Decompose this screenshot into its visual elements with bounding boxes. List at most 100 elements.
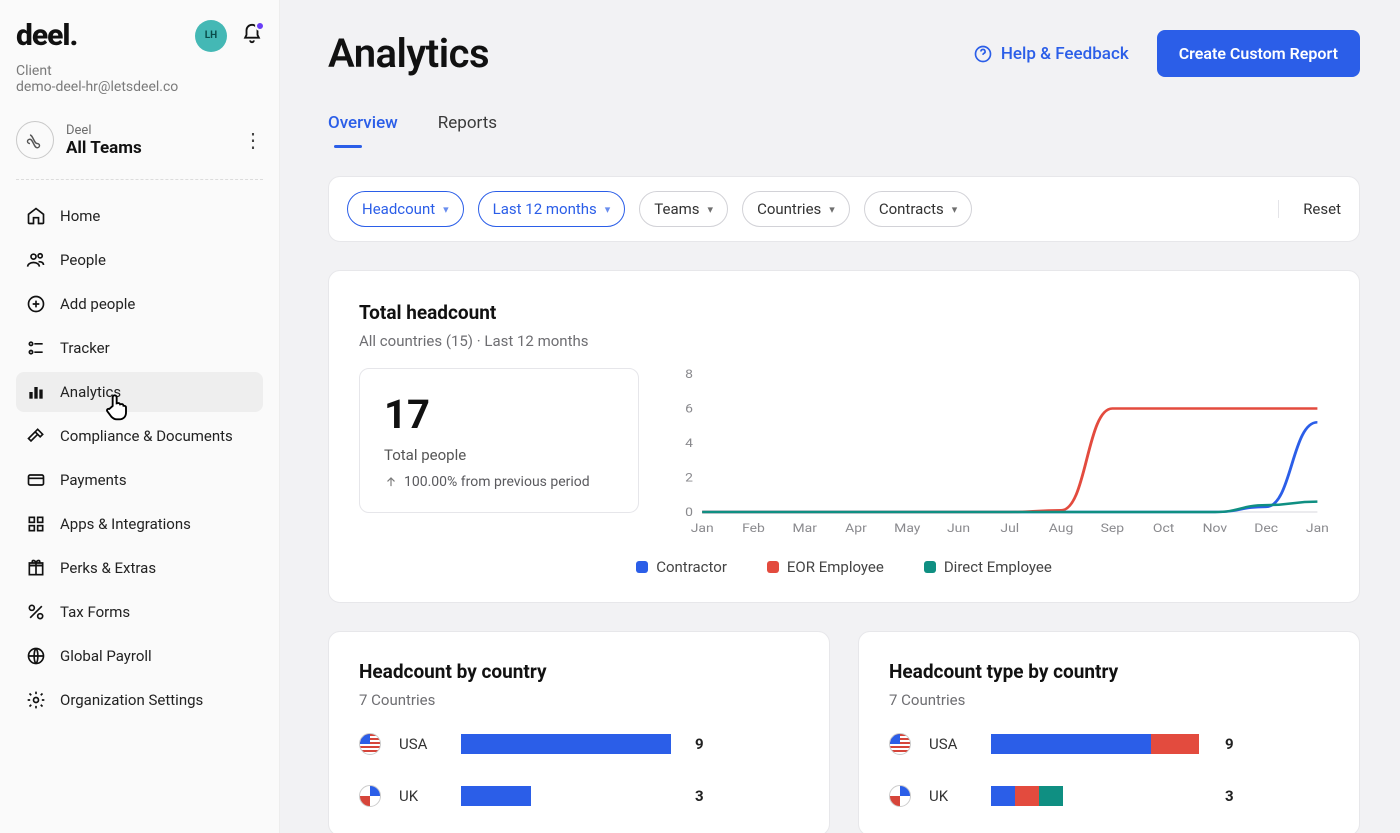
sidebar-item-org-settings[interactable]: Organization Settings [16,680,263,720]
chevron-down-icon: ▾ [605,203,611,216]
filter-headcount[interactable]: Headcount▾ [347,191,464,227]
sidebar-item-people[interactable]: People [16,240,263,280]
sidebar-item-apps[interactable]: Apps & Integrations [16,504,263,544]
client-label: Client [16,63,263,79]
legend-eor: EOR Employee [767,558,884,576]
svg-text:0: 0 [685,506,693,520]
svg-text:8: 8 [685,368,693,382]
divider [16,179,263,180]
chevron-down-icon: ▾ [952,203,958,216]
help-circle-icon [973,44,993,64]
bar-segment [461,734,671,754]
svg-text:4: 4 [685,437,694,451]
tab-reports[interactable]: Reports [438,113,497,147]
sidebar-item-perks[interactable]: Perks & Extras [16,548,263,588]
bar-track [991,734,1201,754]
sidebar-item-label: Apps & Integrations [60,515,191,533]
org-name: Deel [66,123,142,138]
flag-icon [889,785,911,807]
filter-contracts[interactable]: Contracts▾ [864,191,973,227]
bar-value: 3 [1225,787,1234,805]
stat-label: Total people [384,446,614,464]
svg-text:May: May [894,522,920,536]
sidebar-item-payroll[interactable]: Global Payroll [16,636,263,676]
tab-overview[interactable]: Overview [328,113,398,147]
card-subtitle: 7 Countries [359,691,799,709]
filter-countries[interactable]: Countries▾ [742,191,850,227]
chart-legend: Contractor EOR Employee Direct Employee [359,558,1329,576]
bar-value: 3 [695,787,704,805]
analytics-icon [26,382,46,402]
country-row: UK 3 [889,785,1329,807]
svg-text:Nov: Nov [1203,522,1228,536]
legend-direct: Direct Employee [924,558,1052,576]
country-label: USA [399,735,443,753]
svg-text:Jul: Jul [1000,522,1019,536]
country-row: USA 9 [889,733,1329,755]
bar-value: 9 [695,735,704,753]
sidebar-item-label: Tracker [60,339,110,357]
arrow-up-icon [384,475,398,489]
gear-icon [26,690,46,710]
flag-icon [359,785,381,807]
chevron-down-icon: ▾ [829,203,835,216]
sidebar-item-tax[interactable]: Tax Forms [16,592,263,632]
main: Analytics Help & Feedback Create Custom … [280,0,1400,833]
sidebar-item-label: Organization Settings [60,691,203,709]
stat-value: 17 [384,391,614,438]
card-title: Headcount by country [359,660,799,683]
bar-track [461,734,671,754]
sidebar-item-analytics[interactable]: Analytics [16,372,263,412]
bar-value: 9 [1225,735,1234,753]
country-row: USA 9 [359,733,799,755]
sidebar-item-add-people[interactable]: Add people [16,284,263,324]
filters-bar: Headcount▾ Last 12 months▾ Teams▾ Countr… [328,176,1360,242]
country-label: UK [929,787,973,805]
team-menu-button[interactable]: ⋮ [243,128,263,152]
notifications-button[interactable] [241,23,263,49]
country-label: USA [929,735,973,753]
sidebar-item-label: Tax Forms [60,603,130,621]
bar-segment [1151,734,1199,754]
bar-segment [1015,786,1039,806]
svg-text:Dec: Dec [1254,522,1278,536]
svg-text:2: 2 [685,471,693,485]
sidebar-item-label: Compliance & Documents [60,427,233,445]
sidebar-item-payments[interactable]: Payments [16,460,263,500]
svg-text:6: 6 [685,402,693,416]
bar-track [461,786,671,806]
bar-segment [991,734,1151,754]
plus-circle-icon [26,294,46,314]
bar-segment [1039,786,1063,806]
country-row: UK3 [359,785,799,807]
svg-text:Feb: Feb [742,522,765,536]
filter-period[interactable]: Last 12 months▾ [478,191,626,227]
flag-icon [889,733,911,755]
filters-reset[interactable]: Reset [1278,200,1341,218]
svg-text:Jun: Jun [947,522,970,536]
swatch-icon [636,561,648,573]
sidebar-item-label: Home [60,207,100,225]
card-icon [26,470,46,490]
sidebar-item-tracker[interactable]: Tracker [16,328,263,368]
sidebar-item-label: People [60,251,106,269]
avatar[interactable]: LH [195,20,227,52]
swatch-icon [924,561,936,573]
sidebar-item-label: Analytics [60,383,121,401]
help-feedback-link[interactable]: Help & Feedback [973,44,1129,64]
bar-segment [461,786,531,806]
swatch-icon [767,561,779,573]
sidebar-item-compliance[interactable]: Compliance & Documents [16,416,263,456]
create-custom-report-button[interactable]: Create Custom Report [1157,30,1360,77]
notification-dot-icon [255,21,265,31]
people-icon [26,250,46,270]
nav: Home People Add people Tracker Analytics… [16,196,263,720]
headcount-type-by-country-card: Headcount type by country 7 Countries US… [858,631,1360,833]
gift-icon [26,558,46,578]
flag-icon [359,733,381,755]
filter-teams[interactable]: Teams▾ [639,191,728,227]
svg-text:Aug: Aug [1049,522,1074,536]
hammer-icon [26,426,46,446]
stat-box: 17 Total people 100.00% from previous pe… [359,368,639,513]
sidebar-item-home[interactable]: Home [16,196,263,236]
